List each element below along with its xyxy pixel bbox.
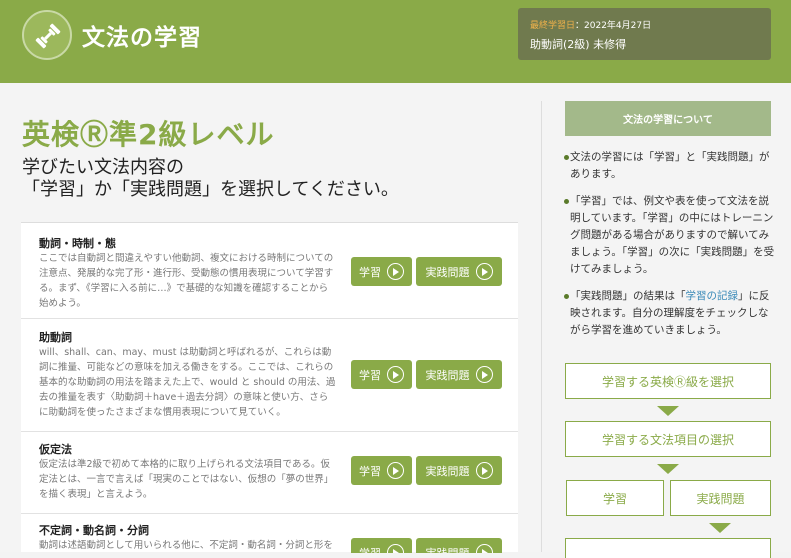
item-title: 動詞・時制・態 [39,237,116,250]
item-title: 助動詞 [39,331,72,344]
practice-button[interactable]: 実践問題 [416,257,502,286]
note-text: 「学習」では、例文や表を使って文法を説明しています。「学習」の中にはトレーニング… [570,195,775,275]
last-study-status: 最終学習日：2022年4月27日 助動詞(2級) 未修得 [518,8,771,60]
play-icon [387,366,404,383]
header-bar: 文法の学習 最終学習日：2022年4月27日 助動詞(2級) 未修得 [0,0,791,83]
status-label: 最終学習日 [530,21,576,31]
study-button-label: 学習 [359,265,381,279]
play-icon [387,263,404,280]
note-text: 文法の学習には「学習」と「実践問題」があります。 [570,151,770,180]
note-item: 「学習」では、例文や表を使って文法を説明しています。「学習」の中にはトレーニング… [538,193,778,278]
item-description: will、shall、can、may、must は助動詞と呼ばれるが、これらは動… [39,347,336,418]
arrow-down-icon [657,464,679,474]
study-record-link[interactable]: 学習の記録 [686,290,739,302]
arrow-down-icon [709,523,731,533]
grammar-item: 仮定法 仮定法は準2級で初めて本格的に取り上げられる文法項目である。仮定法とは、… [21,432,518,514]
status-date: ：2022年4月27日 [575,21,652,31]
note-text-pre: 「実践問題」の結果は「 [570,290,686,302]
note-item: 「実践問題」の結果は「学習の記録」に反映されます。自分の理解度をチェックしながら… [538,288,778,339]
item-description: ここでは自動詞と間違えやすい他動詞、複文における時制についての注意点、発展的な完… [39,253,334,309]
arrow-down-icon [657,406,679,416]
practice-button[interactable]: 実践問題 [416,538,502,553]
main-content: 英検Ⓡ準2級レベル 学びたい文法内容の 「学習」か「実践問題」を選択してください… [0,83,791,558]
item-description: 動詞は述語動詞として用いられる他に、不定詞・動名詞・分詞と形を変 [39,540,333,551]
study-button[interactable]: 学習 [351,456,412,485]
practice-button[interactable]: 実践問題 [416,360,502,389]
item-title: 不定詞・動名詞・分詞 [39,524,149,537]
play-icon [475,263,493,280]
lead-text: 学びたい文法内容の 「学習」か「実践問題」を選択してください。 [22,157,399,201]
lead-line-1: 学びたい文法内容の [22,157,184,178]
bullet-icon [564,294,569,299]
dumbbell-icon [22,10,72,60]
grammar-item: 不定詞・動名詞・分詞 動詞は述語動詞として用いられる他に、不定詞・動名詞・分詞と… [21,514,518,553]
grammar-item: 動詞・時制・態 ここでは自動詞と間違えやすい他動詞、複文における時制についての注… [21,223,518,319]
bullet-icon [564,199,569,204]
flow-step-practice: 実践問題 [670,480,771,516]
flow-step-next [565,538,771,558]
practice-button-label: 実践問題 [425,368,470,382]
flow-step-study: 学習 [566,480,664,516]
flow-step-select-item: 学習する文法項目の選択 [565,421,771,457]
study-button-label: 学習 [359,464,381,478]
study-button-label: 学習 [359,368,381,382]
practice-button-label: 実践問題 [425,464,470,478]
play-icon [475,366,493,383]
play-icon [387,462,404,479]
flow-step-select-grade: 学習する英検Ⓡ級を選択 [565,363,771,399]
study-button[interactable]: 学習 [351,538,412,553]
study-button[interactable]: 学習 [351,257,412,286]
bullet-icon [564,155,569,160]
study-button[interactable]: 学習 [351,360,412,389]
play-icon [475,462,493,479]
side-notes: 文法の学習には「学習」と「実践問題」があります。 「学習」では、例文や表を使って… [538,149,778,349]
grammar-item: 助動詞 will、shall、can、may、must は助動詞と呼ばれるが、こ… [21,319,518,432]
level-title: 英検Ⓡ準2級レベル [22,118,275,151]
practice-button-label: 実践問題 [425,265,470,279]
item-description: 仮定法は準2級で初めて本格的に取り上げられる文法項目である。仮定法とは、一言で言… [39,459,334,500]
practice-button[interactable]: 実践問題 [416,456,502,485]
grammar-item-list: 動詞・時制・態 ここでは自動詞と間違えやすい他動詞、複文における時制についての注… [21,222,518,553]
item-title: 仮定法 [39,443,72,456]
lead-line-2: 「学習」か「実践問題」を選択してください。 [22,179,399,200]
page-title: 文法の学習 [82,25,202,51]
status-text: 助動詞(2級) 未修得 [530,38,627,51]
side-heading: 文法の学習について [565,101,771,136]
note-item: 文法の学習には「学習」と「実践問題」があります。 [538,149,778,183]
